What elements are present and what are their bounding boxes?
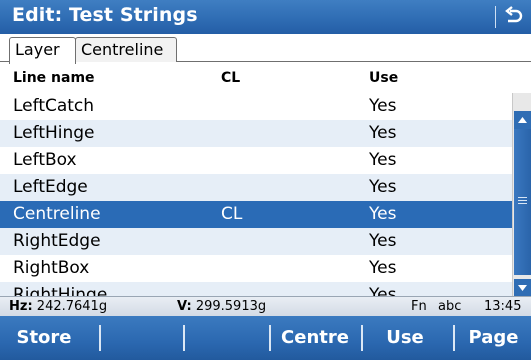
cell-use: Yes bbox=[369, 231, 397, 251]
table-row[interactable]: LeftCatch Yes bbox=[0, 93, 512, 120]
title-separator bbox=[495, 6, 496, 28]
cell-line-name: Centreline bbox=[13, 204, 101, 224]
clock: 13:45 bbox=[484, 299, 522, 314]
hz-label: Hz: bbox=[9, 299, 33, 314]
hz-readout: Hz: 242.7641g bbox=[9, 299, 107, 314]
cell-use: Yes bbox=[369, 285, 397, 296]
table-header: Line name CL Use bbox=[0, 62, 512, 93]
v-label: V: bbox=[177, 299, 192, 314]
table-row[interactable]: LeftHinge Yes bbox=[0, 120, 512, 147]
column-header-cl[interactable]: CL bbox=[221, 70, 240, 86]
fn-indicator: Fn bbox=[411, 299, 427, 314]
title-bar: Edit: Test Strings bbox=[0, 0, 531, 34]
column-header-line-name[interactable]: Line name bbox=[13, 70, 95, 86]
f3-button[interactable] bbox=[185, 316, 269, 360]
cell-line-name: RightBox bbox=[13, 258, 90, 278]
v-readout: V: 299.5913g bbox=[177, 299, 266, 314]
table-row[interactable]: LeftBox Yes bbox=[0, 147, 512, 174]
page-button[interactable]: Page bbox=[456, 316, 531, 360]
use-button[interactable]: Use bbox=[363, 316, 447, 360]
triangle-up-icon bbox=[518, 117, 527, 123]
status-bar: Hz: 242.7641g V: 299.5913g Fn abc 13:45 bbox=[0, 296, 531, 316]
table-row-selected[interactable]: Centreline CL Yes bbox=[0, 201, 512, 228]
cell-line-name: LeftEdge bbox=[13, 177, 88, 197]
cell-line-name: LeftBox bbox=[13, 150, 77, 170]
scrollbar-thumb[interactable] bbox=[514, 129, 531, 275]
v-value: 299.5913g bbox=[195, 299, 267, 314]
vertical-scrollbar[interactable] bbox=[512, 93, 531, 296]
cell-line-name: LeftHinge bbox=[13, 123, 95, 143]
function-key-bar: Store Centre Use Page bbox=[0, 316, 531, 360]
scroll-down-button[interactable] bbox=[514, 279, 531, 296]
column-header-use[interactable]: Use bbox=[369, 70, 398, 86]
grip-line bbox=[518, 197, 527, 198]
grip-line bbox=[518, 200, 527, 201]
cell-cl: CL bbox=[221, 204, 243, 224]
window-title: Edit: Test Strings bbox=[12, 4, 198, 26]
cell-line-name: RightEdge bbox=[13, 231, 101, 251]
tab-strip: Layer Centreline bbox=[0, 34, 531, 64]
cell-use: Yes bbox=[369, 258, 397, 278]
cell-use: Yes bbox=[369, 150, 397, 170]
tab-layer[interactable]: Layer bbox=[9, 37, 76, 64]
cell-use: Yes bbox=[369, 177, 397, 197]
cell-line-name: RightHinge bbox=[13, 285, 108, 296]
cell-use: Yes bbox=[369, 123, 397, 143]
cell-use: Yes bbox=[369, 204, 397, 224]
scroll-up-button[interactable] bbox=[514, 111, 531, 129]
table-body: LeftCatch Yes LeftHinge Yes LeftBox Yes … bbox=[0, 93, 512, 296]
store-button[interactable]: Store bbox=[0, 316, 88, 360]
cell-line-name: LeftCatch bbox=[13, 96, 95, 116]
table-row[interactable]: LeftEdge Yes bbox=[0, 174, 512, 201]
input-mode-indicator: abc bbox=[438, 299, 462, 314]
back-arrow-icon[interactable] bbox=[503, 6, 525, 28]
cell-use: Yes bbox=[369, 96, 397, 116]
table-row[interactable]: RightEdge Yes bbox=[0, 228, 512, 255]
fkey-separator bbox=[453, 325, 455, 351]
table-row[interactable]: RightHinge Yes bbox=[0, 282, 512, 296]
triangle-down-icon bbox=[518, 285, 527, 291]
centre-button[interactable]: Centre bbox=[271, 316, 359, 360]
table-row[interactable]: RightBox Yes bbox=[0, 255, 512, 282]
f2-button[interactable] bbox=[101, 316, 183, 360]
grip-line bbox=[518, 203, 527, 204]
hz-value: 242.7641g bbox=[36, 299, 108, 314]
tab-centreline[interactable]: Centreline bbox=[75, 37, 177, 63]
